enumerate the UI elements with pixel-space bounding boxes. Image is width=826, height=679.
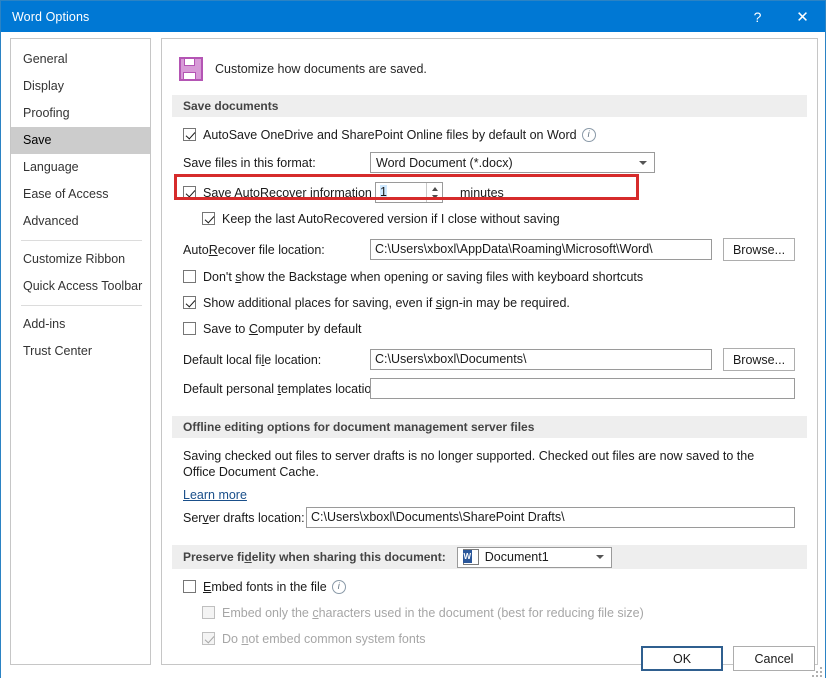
autorecover-location-label: AutoRecover file location:: [183, 243, 370, 257]
server-drafts-location-label: Server drafts location:: [183, 511, 306, 525]
title-bar-buttons: ? ✕: [735, 1, 825, 32]
embed-fonts-checkbox[interactable]: [183, 580, 196, 593]
row-save-format: Save files in this format: Word Document…: [183, 152, 807, 173]
page-header: Customize how documents are saved.: [162, 39, 817, 85]
default-templates-location-label: Default personal templates location:: [183, 382, 370, 396]
sidebar-item-add-ins[interactable]: Add-ins: [11, 311, 150, 338]
row-embed-characters-only: Embed only the characters used in the do…: [202, 602, 807, 623]
no-common-system-fonts-label: Do not embed common system fonts: [222, 632, 426, 646]
autorecover-checkbox[interactable]: [183, 186, 196, 199]
save-floppy-icon: [179, 57, 203, 81]
autorecover-minutes-stepper[interactable]: 1: [375, 182, 443, 203]
preserve-fidelity-body: Embed fonts in the file i Embed only the…: [162, 576, 817, 649]
sidebar-item-save[interactable]: Save: [11, 127, 150, 154]
sidebar-item-language[interactable]: Language: [11, 154, 150, 181]
preserve-fidelity-document-value: Document1: [485, 545, 549, 569]
learn-more-link[interactable]: Learn more: [183, 488, 247, 502]
resize-grip-icon[interactable]: [810, 665, 822, 677]
chevron-down-icon: [639, 161, 647, 165]
autorecover-label: Save AutoRecover information every: [203, 186, 375, 200]
save-format-label: Save files in this format:: [183, 156, 370, 170]
embed-fonts-label: Embed fonts in the file: [203, 580, 327, 594]
autosave-label: AutoSave OneDrive and SharePoint Online …: [203, 128, 577, 142]
dialog-footer: OK Cancel: [641, 646, 815, 671]
options-sidebar: General Display Proofing Save Language E…: [10, 38, 151, 665]
stepper-down-icon[interactable]: [427, 193, 442, 203]
section-header-preserve-fidelity: Preserve fidelity when sharing this docu…: [172, 545, 807, 569]
row-default-local-location: Default local file location: C:\Users\xb…: [183, 348, 807, 371]
word-document-icon: W: [463, 549, 479, 565]
row-keep-last-autorecovered[interactable]: Keep the last AutoRecovered version if I…: [202, 208, 807, 229]
sidebar-item-display[interactable]: Display: [11, 73, 150, 100]
row-autosave[interactable]: AutoSave OneDrive and SharePoint Online …: [183, 124, 807, 145]
sidebar-item-trust-center[interactable]: Trust Center: [11, 338, 150, 365]
row-server-drafts-location: Server drafts location: C:\Users\xboxl\D…: [183, 507, 807, 528]
preserve-fidelity-document-dropdown[interactable]: W Document1: [457, 547, 612, 568]
save-to-computer-checkbox[interactable]: [183, 322, 196, 335]
default-local-location-label: Default local file location:: [183, 353, 370, 367]
autorecover-minutes-input[interactable]: 1: [376, 183, 426, 202]
row-autorecover-location: AutoRecover file location: C:\Users\xbox…: [183, 238, 807, 261]
info-icon[interactable]: i: [332, 580, 346, 594]
section-header-save-documents: Save documents: [172, 95, 807, 117]
row-autorecover[interactable]: Save AutoRecover information every 1 min…: [183, 182, 807, 203]
hide-backstage-checkbox[interactable]: [183, 270, 196, 283]
autorecover-units-label: minutes: [460, 186, 504, 200]
word-options-dialog: Word Options ? ✕ General Display Proofin…: [0, 0, 826, 678]
offline-editing-body: Saving checked out files to server draft…: [162, 448, 817, 528]
row-save-to-computer[interactable]: Save to Computer by default: [183, 318, 807, 339]
section-header-offline-editing: Offline editing options for document man…: [172, 416, 807, 438]
embed-characters-only-label: Embed only the characters used in the do…: [222, 606, 644, 620]
browse-default-local-location-button[interactable]: Browse...: [723, 348, 795, 371]
keep-last-autorecovered-label: Keep the last AutoRecovered version if I…: [222, 212, 560, 226]
no-common-system-fonts-checkbox: [202, 632, 215, 645]
default-local-location-input[interactable]: C:\Users\xboxl\Documents\: [370, 349, 712, 370]
info-icon[interactable]: i: [582, 128, 596, 142]
default-templates-location-input[interactable]: [370, 378, 795, 399]
page-title: Customize how documents are saved.: [215, 62, 427, 76]
autorecover-minutes-value: 1: [380, 185, 387, 199]
save-format-dropdown[interactable]: Word Document (*.docx): [370, 152, 655, 173]
row-additional-places[interactable]: Show additional places for saving, even …: [183, 292, 807, 313]
save-format-value: Word Document (*.docx): [376, 156, 513, 170]
close-icon[interactable]: ✕: [780, 1, 825, 32]
ok-button[interactable]: OK: [641, 646, 723, 671]
embed-characters-only-checkbox: [202, 606, 215, 619]
save-to-computer-label: Save to Computer by default: [203, 322, 361, 336]
autorecover-location-input[interactable]: C:\Users\xboxl\AppData\Roaming\Microsoft…: [370, 239, 712, 260]
save-documents-body: AutoSave OneDrive and SharePoint Online …: [162, 124, 817, 399]
help-icon[interactable]: ?: [735, 1, 780, 32]
chevron-down-icon: [596, 555, 604, 559]
preserve-fidelity-title: Preserve fidelity when sharing this docu…: [183, 545, 446, 569]
sidebar-divider-2: [21, 305, 142, 306]
dialog-content: General Display Proofing Save Language E…: [1, 32, 825, 679]
server-drafts-location-input[interactable]: C:\Users\xboxl\Documents\SharePoint Draf…: [306, 507, 795, 528]
cancel-button[interactable]: Cancel: [733, 646, 815, 671]
row-default-templates-location: Default personal templates location:: [183, 378, 807, 399]
window-title: Word Options: [12, 10, 89, 24]
sidebar-item-general[interactable]: General: [11, 46, 150, 73]
sidebar-item-advanced[interactable]: Advanced: [11, 208, 150, 235]
additional-places-checkbox[interactable]: [183, 296, 196, 309]
row-embed-fonts[interactable]: Embed fonts in the file i: [183, 576, 807, 597]
row-hide-backstage[interactable]: Don't show the Backstage when opening or…: [183, 266, 807, 287]
offline-editing-paragraph: Saving checked out files to server draft…: [183, 448, 783, 480]
title-bar: Word Options ? ✕: [1, 1, 825, 32]
stepper-up-icon[interactable]: [427, 183, 442, 193]
sidebar-item-customize-ribbon[interactable]: Customize Ribbon: [11, 246, 150, 273]
browse-autorecover-location-button[interactable]: Browse...: [723, 238, 795, 261]
options-main-panel: Customize how documents are saved. Save …: [161, 38, 818, 665]
sidebar-divider-1: [21, 240, 142, 241]
sidebar-item-proofing[interactable]: Proofing: [11, 100, 150, 127]
autosave-checkbox[interactable]: [183, 128, 196, 141]
keep-last-autorecovered-checkbox[interactable]: [202, 212, 215, 225]
stepper-buttons: [426, 183, 442, 202]
hide-backstage-label: Don't show the Backstage when opening or…: [203, 270, 643, 284]
sidebar-item-quick-access-toolbar[interactable]: Quick Access Toolbar: [11, 273, 150, 300]
additional-places-label: Show additional places for saving, even …: [203, 296, 570, 310]
sidebar-item-ease-of-access[interactable]: Ease of Access: [11, 181, 150, 208]
